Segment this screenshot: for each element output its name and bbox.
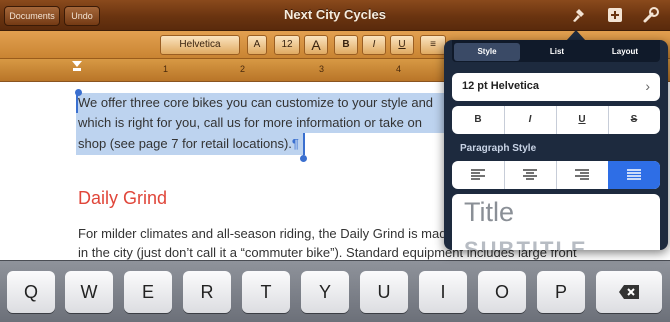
paragraph-1-line-1: We offer three core bikes you can custom… [78, 95, 434, 110]
align-center-button[interactable] [504, 161, 557, 189]
popover-strikethrough-button[interactable]: S [608, 106, 660, 134]
indent-marker-icon[interactable] [72, 61, 82, 71]
tab-list[interactable]: List [524, 43, 590, 61]
paragraph-1-line-3: shop (see page 7 for retail locations).¶ [78, 134, 299, 154]
key-q[interactable]: Q [7, 271, 55, 313]
alignment-button[interactable]: ≡ [420, 35, 446, 55]
pilcrow-mark: ¶ [291, 136, 299, 151]
backspace-key[interactable] [596, 271, 662, 313]
key-t[interactable]: T [242, 271, 290, 313]
key-i[interactable]: I [419, 271, 467, 313]
plus-media-icon[interactable] [606, 6, 624, 24]
char-style-row: B I U S [452, 106, 660, 134]
key-p[interactable]: P [537, 271, 585, 313]
font-size-decrease-button[interactable]: A [247, 35, 267, 55]
align-justify-button[interactable] [608, 161, 660, 189]
font-size-increase-button[interactable]: A [304, 35, 328, 55]
paragraph-1-line-3-text: shop (see page 7 for retail locations). [78, 136, 292, 151]
paragraph-style-list[interactable]: Title SUBTITLE [452, 194, 660, 250]
align-right-icon [575, 169, 589, 180]
tab-layout[interactable]: Layout [592, 43, 658, 61]
align-justify-icon [627, 169, 641, 180]
format-popover: Style List Layout 12 pt Helvetica › B I … [444, 40, 668, 250]
popover-italic-button[interactable]: I [504, 106, 557, 134]
key-u[interactable]: U [360, 271, 408, 313]
ruler-tick: 2 [240, 64, 246, 74]
chevron-right-icon: › [645, 78, 650, 94]
style-title-preview[interactable]: Title [464, 197, 514, 228]
onscreen-keyboard: Q W E R T Y U I O P [0, 260, 670, 322]
align-left-icon [471, 169, 485, 180]
ruler-tick: 3 [319, 64, 325, 74]
paragraph-1-line-2: which is right for you, call us for more… [78, 115, 422, 130]
tab-style[interactable]: Style [454, 43, 520, 61]
key-e[interactable]: E [124, 271, 172, 313]
paragraph-style-label: Paragraph Style [460, 143, 537, 154]
heading-daily-grind: Daily Grind [78, 188, 168, 208]
top-toolbar: Documents Undo Next City Cycles [0, 0, 670, 31]
bold-button[interactable]: B [334, 35, 358, 55]
align-center-icon [523, 169, 537, 180]
ruler-tick: 1 [163, 64, 169, 74]
font-button[interactable]: Helvetica [160, 35, 240, 55]
key-o[interactable]: O [478, 271, 526, 313]
wrench-icon[interactable] [642, 6, 660, 24]
font-row-label: 12 pt Helvetica [462, 80, 540, 92]
align-left-button[interactable] [452, 161, 505, 189]
align-right-button[interactable] [556, 161, 609, 189]
key-w[interactable]: W [65, 271, 113, 313]
font-row[interactable]: 12 pt Helvetica › [452, 73, 660, 101]
font-size-value[interactable]: 12 [274, 35, 300, 55]
style-subtitle-preview[interactable]: SUBTITLE [464, 237, 588, 250]
underline-button[interactable]: U [390, 35, 414, 55]
alignment-row [452, 161, 660, 189]
selection-end-handle[interactable] [300, 155, 307, 162]
popover-tab-bar: Style List Layout [452, 40, 660, 62]
brush-icon[interactable] [569, 6, 587, 24]
backspace-icon [619, 285, 639, 299]
selection-end-bar [303, 133, 305, 155]
italic-button[interactable]: I [362, 35, 386, 55]
align-lines-icon: ≡ [430, 39, 436, 50]
key-y[interactable]: Y [301, 271, 349, 313]
paragraph-2-line-1: For milder climates and all-season ridin… [78, 226, 447, 241]
key-r[interactable]: R [183, 271, 231, 313]
ruler-tick: 4 [396, 64, 402, 74]
popover-underline-button[interactable]: U [556, 106, 609, 134]
popover-bold-button[interactable]: B [452, 106, 505, 134]
